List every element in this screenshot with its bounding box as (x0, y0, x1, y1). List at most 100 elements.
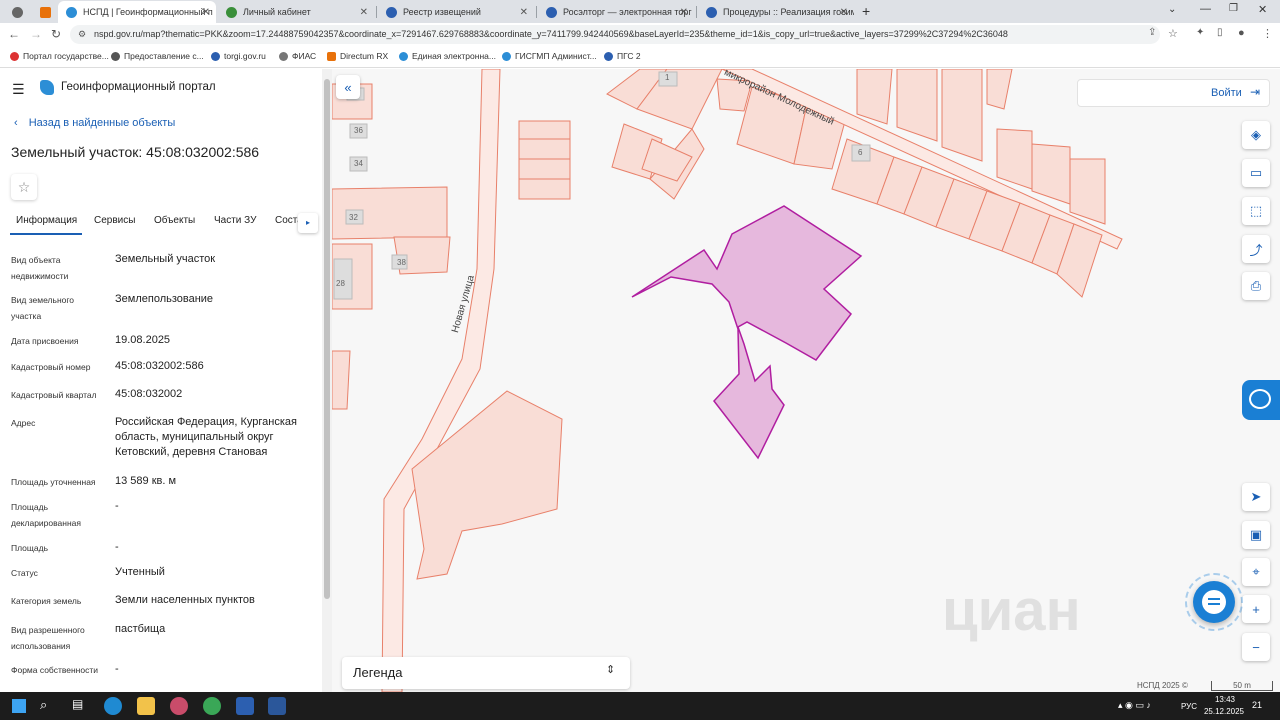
field-label-address: Адрес (11, 418, 36, 428)
close-tab-icon[interactable]: ✕ (520, 7, 528, 18)
collapse-panel-button[interactable]: « (336, 75, 360, 99)
language-indicator[interactable]: РУС (1181, 702, 1197, 711)
address-bar-row: ← → ↻ ⚙ nspd.gov.ru/map?thematic=PKK&zoo… (0, 23, 1280, 46)
chat-icon-line (1208, 603, 1220, 605)
url-input[interactable]: ⚙ nspd.gov.ru/map?thematic=PKK&zoom=17.2… (70, 25, 1160, 44)
notification-count[interactable]: 21 (1252, 700, 1262, 710)
clock-date[interactable]: 25.12.2025 (1201, 707, 1247, 716)
chat-button[interactable] (1193, 581, 1235, 623)
tab-label: Личный кабинет (243, 7, 311, 17)
back-link[interactable]: ‹ Назад в найденные объекты (14, 117, 175, 129)
tab-pinned-chrome[interactable] (4, 1, 30, 23)
tab-pinned-0[interactable] (32, 1, 58, 23)
zoom-out-button[interactable]: − (1242, 633, 1270, 661)
side-panel-icon[interactable]: ▯ (1217, 27, 1223, 38)
menu-kebab-icon[interactable]: ⋮ (1262, 27, 1273, 40)
map-canvas[interactable]: Новая улица микрорайон Молодежный 1 6 36… (332, 69, 1280, 692)
tab-procedures[interactable]: Процедуры :: Реализация госим ✕ (698, 1, 854, 23)
field-value-area-declared: - (115, 500, 119, 512)
profile-icon[interactable]: ● (1238, 27, 1245, 39)
reload-icon[interactable]: ↻ (51, 27, 61, 41)
tab-nspd[interactable]: НСПД | Геоинформационный п ✕ (58, 1, 216, 23)
tab-search-icon[interactable]: ⌄ (1168, 4, 1176, 15)
house-number: 32 (349, 213, 358, 222)
star-bookmark-icon[interactable]: ☆ (1168, 27, 1178, 40)
forward-arrow-icon[interactable]: → (30, 27, 42, 41)
tab-parts[interactable]: Части ЗУ (214, 215, 256, 226)
tab-label: Реестр извещений (403, 7, 481, 17)
hamburger-menu-icon[interactable]: ☰ (12, 81, 25, 98)
word-icon[interactable] (268, 697, 286, 715)
share-icon[interactable]: ⤴ (1242, 235, 1270, 263)
login-icon: ⇥ (1250, 85, 1261, 99)
search-icon[interactable]: ⌕ (40, 697, 47, 713)
bookmark-gisgmp[interactable]: ГИСГМП Админист... (502, 51, 597, 61)
bookmark-edinaya[interactable]: Единая электронна... (399, 51, 496, 61)
navigation-arrow-icon[interactable]: ➤ (1242, 483, 1270, 511)
ruler-icon[interactable]: ▭ (1242, 159, 1270, 187)
close-tab-icon[interactable]: ✕ (840, 7, 848, 18)
tab-notices[interactable]: Реестр извещений ✕ (378, 1, 534, 23)
new-tab-button[interactable]: + (862, 3, 870, 19)
field-label-object-type: Вид объекта недвижимости (11, 255, 69, 281)
house-number: 36 (354, 126, 363, 135)
task-view-icon[interactable]: ▤ (72, 697, 83, 711)
portal-title: Геоинформационный портал (61, 81, 216, 93)
edge-icon[interactable] (104, 697, 122, 715)
layers-icon[interactable]: ◈ (1242, 121, 1270, 149)
file-explorer-icon[interactable] (137, 697, 155, 715)
chrome-icon[interactable] (203, 697, 221, 715)
legend-bar[interactable]: Легенда ⇕ (342, 657, 630, 689)
minimap-icon[interactable]: ▣ (1242, 521, 1270, 549)
bookmark-gosuslugi[interactable]: Портал государстве... (10, 51, 109, 61)
tray-icons[interactable]: ▴ ◉ ▭ ♪ (1118, 700, 1151, 711)
app-icon[interactable] (170, 697, 188, 715)
close-tab-icon[interactable]: ✕ (202, 7, 210, 18)
selected-parcel (631, 205, 863, 460)
tab-services[interactable]: Сервисы (94, 215, 135, 226)
directum-icon (327, 51, 336, 61)
extensions-icon[interactable]: ✦ (1196, 27, 1204, 38)
parcel (896, 69, 938, 142)
zoom-in-button[interactable]: + (1242, 595, 1270, 623)
site-info-icon[interactable]: ⚙ (78, 25, 86, 44)
bookmark-predostavlenie[interactable]: Предоставление с... (111, 51, 204, 61)
bookmark-torgi[interactable]: torgi.gov.ru (211, 51, 266, 61)
road (381, 69, 501, 692)
field-value-status: Учтенный (115, 566, 165, 578)
clock-time[interactable]: 13:43 (1207, 695, 1243, 704)
windows-start-icon[interactable] (12, 699, 26, 713)
parcel (996, 128, 1033, 190)
tab-information[interactable]: Информация (16, 215, 77, 226)
select-area-icon[interactable]: ⬚ (1242, 197, 1270, 225)
tab-objects[interactable]: Объекты (154, 215, 195, 226)
field-value-cadastral-quarter[interactable]: 45:08:032002 (115, 387, 315, 402)
bookmark-pgs2[interactable]: ПГС 2 (604, 51, 641, 61)
tab-roseltorg[interactable]: Росэлторг — электронная торг ✕ (538, 1, 694, 23)
object-title: Земельный участок: 45:08:032002:586 (11, 144, 260, 160)
minimize-icon[interactable]: — (1200, 3, 1211, 15)
print-icon[interactable]: ⎙ (1242, 272, 1270, 300)
close-tab-icon[interactable]: ✕ (680, 7, 688, 18)
windows-taskbar: ⌕ ▤ ▴ ◉ ▭ ♪ РУС 13:43 25.12.2025 21 (0, 692, 1280, 720)
close-tab-icon[interactable]: ✕ (360, 7, 368, 18)
yandex-browser-icon[interactable] (236, 697, 254, 715)
close-window-icon[interactable]: ✕ (1258, 3, 1267, 16)
favorite-star-button[interactable]: ☆ (11, 174, 37, 200)
back-arrow-icon[interactable]: ← (8, 27, 20, 41)
maximize-icon[interactable]: ❐ (1229, 3, 1238, 14)
globe-favicon-icon (706, 6, 717, 18)
geolocation-icon[interactable]: ⌖ (1242, 558, 1270, 586)
panel-scrollbar-thumb[interactable] (324, 79, 330, 599)
tab-cabinet[interactable]: Личный кабинет ✕ (218, 1, 374, 23)
panel-scrollbar[interactable] (322, 69, 332, 692)
bookmark-directum[interactable]: Directum RX (327, 51, 388, 61)
tab-label: НСПД | Геоинформационный п (83, 7, 213, 17)
tabs-scroll-right-button[interactable]: ▸ (298, 213, 318, 233)
support-chat-tab[interactable] (1242, 380, 1280, 420)
login-box[interactable]: Войти ⇥ (1077, 79, 1270, 107)
field-value-cadastral-number[interactable]: 45:08:032002:586 (115, 359, 315, 374)
field-label-area-specified: Площадь уточненная (11, 477, 96, 487)
share-icon[interactable]: ⇪ (1148, 27, 1156, 38)
bookmark-fias[interactable]: ФИАС (279, 51, 316, 61)
